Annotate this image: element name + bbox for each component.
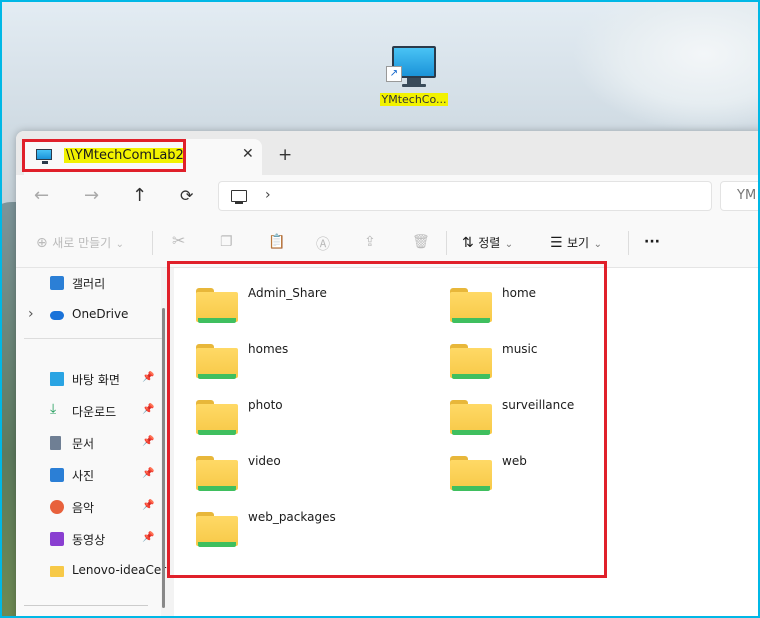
search-input[interactable]: YM: [720, 181, 758, 211]
shortcut-arrow-icon: ↗: [386, 66, 402, 82]
view-label: 보기: [567, 236, 590, 250]
divider: [628, 231, 629, 255]
new-tab-button[interactable]: +: [278, 145, 292, 165]
sidebar-item-label: OneDrive: [72, 307, 129, 321]
sidebar-item-videos[interactable]: 동영상 📌: [16, 526, 161, 554]
desktop-shortcut-label: YMtechCo...: [380, 93, 448, 106]
navigation-pane: 갤러리 › OneDrive 바탕 화면 📌 ⤓ 다운로드 📌 문서 �: [16, 268, 166, 616]
expand-chevron-icon[interactable]: ›: [28, 306, 34, 322]
screenshot-frame: ↗ YMtechCo... \\YMtechComLab2 ✕ + ← → ↑ …: [0, 0, 760, 618]
desktop-cloud: [572, 2, 758, 132]
tab-close-button[interactable]: ✕: [242, 146, 254, 162]
chevron-down-icon: ⌄: [115, 239, 125, 250]
sidebar-item-label: 사진: [72, 469, 95, 483]
download-icon: ⤓: [50, 401, 57, 417]
view-button[interactable]: ☰ 보기 ⌄: [550, 234, 602, 251]
sort-icon: ⇅: [462, 235, 474, 251]
sidebar-scrollbar[interactable]: [162, 308, 165, 608]
folder-icon: [50, 566, 64, 577]
desktop-shortcut[interactable]: ↗ YMtechCo...: [378, 46, 450, 106]
pin-icon[interactable]: 📌: [142, 372, 154, 383]
cut-icon[interactable]: ✂: [172, 231, 185, 250]
paste-icon[interactable]: 📋: [268, 234, 285, 250]
onedrive-icon: [50, 311, 64, 320]
address-bar[interactable]: ›: [218, 181, 712, 211]
breadcrumb-chevron-icon[interactable]: ›: [265, 187, 271, 203]
gallery-icon: [50, 276, 64, 290]
sort-button[interactable]: ⇅ 정렬 ⌄: [462, 234, 513, 251]
pin-icon[interactable]: 📌: [142, 532, 154, 543]
rename-icon[interactable]: Ⓐ: [316, 234, 330, 254]
pin-icon[interactable]: 📌: [142, 500, 154, 511]
back-button[interactable]: ←: [34, 185, 49, 206]
sidebar-item-label: 문서: [72, 437, 95, 451]
pc-icon: [231, 190, 247, 204]
sidebar-item-label: 갤러리: [72, 277, 106, 291]
plus-circle-icon: ⊕: [36, 235, 48, 251]
chevron-down-icon: ⌄: [504, 239, 514, 250]
share-icon[interactable]: ⇪: [364, 234, 376, 250]
navigation-bar: ← → ↑ ⟳ › YM: [16, 175, 758, 219]
sidebar-item-label: 동영상: [72, 533, 106, 547]
sidebar-divider: [24, 338, 164, 339]
sidebar-item-music[interactable]: 음악 📌: [16, 494, 161, 522]
sidebar-item-desktop[interactable]: 바탕 화면 📌: [16, 366, 161, 394]
sort-label: 정렬: [478, 236, 501, 250]
monitor-icon: ↗: [386, 46, 436, 82]
sidebar-item-downloads[interactable]: ⤓ 다운로드 📌: [16, 398, 161, 426]
new-button[interactable]: ⊕ 새로 만들기 ⌄: [36, 234, 124, 251]
refresh-button[interactable]: ⟳: [180, 186, 193, 205]
sidebar-item-onedrive[interactable]: › OneDrive: [16, 302, 161, 330]
sidebar-item-pictures[interactable]: 사진 📌: [16, 462, 161, 490]
pin-icon[interactable]: 📌: [142, 404, 154, 415]
sidebar-item-gallery[interactable]: 갤러리: [16, 270, 161, 298]
desktop-icon: [50, 372, 64, 386]
highlight-box-folders: [167, 261, 607, 578]
highlight-box-tab: [22, 139, 186, 172]
divider: [446, 231, 447, 255]
sidebar-divider: [24, 605, 148, 606]
sidebar-item-lenovo[interactable]: Lenovo-ideaCer: [16, 558, 166, 586]
videos-icon: [50, 532, 64, 546]
new-button-label: 새로 만들기: [52, 236, 112, 250]
up-button[interactable]: ↑: [132, 185, 147, 206]
copy-icon[interactable]: ❐: [220, 234, 233, 250]
sidebar-item-label: 바탕 화면: [72, 373, 120, 387]
search-text: YM: [737, 188, 757, 203]
chevron-down-icon: ⌄: [593, 239, 602, 250]
sidebar-item-documents[interactable]: 문서 📌: [16, 430, 161, 458]
pin-icon[interactable]: 📌: [142, 436, 154, 447]
delete-icon[interactable]: 🗑: [412, 234, 430, 250]
document-icon: [50, 436, 61, 450]
sidebar-item-label: 다운로드: [72, 405, 117, 419]
divider: [152, 231, 153, 255]
forward-button[interactable]: →: [84, 185, 99, 206]
pictures-icon: [50, 468, 64, 482]
view-icon: ☰: [550, 235, 563, 251]
pin-icon[interactable]: 📌: [142, 468, 154, 479]
music-icon: [50, 500, 64, 514]
sidebar-item-label: Lenovo-ideaCer: [72, 563, 167, 577]
monitor-base: [402, 84, 426, 87]
sidebar-item-label: 음악: [72, 501, 95, 515]
more-options-button[interactable]: ···: [644, 234, 660, 250]
